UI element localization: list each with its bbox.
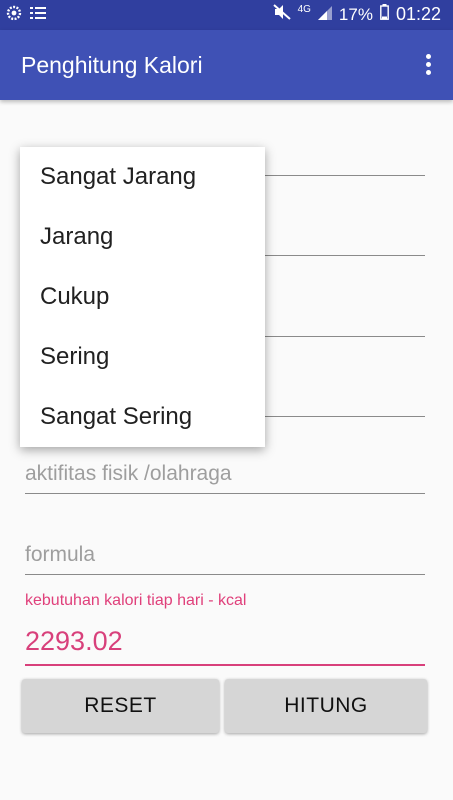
activity-level-dropdown: Sangat Jarang Jarang Cukup Sering Sangat… — [20, 147, 265, 447]
app-bar: Penghitung Kalori — [0, 30, 453, 100]
battery-icon — [380, 4, 389, 25]
result-value[interactable]: 2293.02 — [25, 626, 123, 657]
app-title: Penghitung Kalori — [21, 52, 203, 78]
dropdown-option-sering[interactable]: Sering — [20, 327, 265, 387]
dropdown-option-sangat-jarang[interactable]: Sangat Jarang — [20, 147, 265, 207]
dropdown-option-cukup[interactable]: Cukup — [20, 267, 265, 327]
mute-icon — [272, 4, 291, 25]
result-underline — [25, 664, 425, 666]
activity-underline — [25, 493, 425, 494]
reset-button[interactable]: RESET — [22, 679, 219, 733]
dropdown-option-jarang[interactable]: Jarang — [20, 207, 265, 267]
list-icon — [30, 6, 46, 25]
clock: 01:22 — [395, 4, 441, 24]
settings-gear-icon — [6, 5, 22, 26]
status-bar: 4G 17% 01:22 — [0, 0, 453, 30]
battery-text: 17% — [338, 4, 373, 24]
dropdown-option-sangat-sering[interactable]: Sangat Sering — [20, 387, 265, 447]
formula-underline — [25, 574, 425, 575]
formula-spinner[interactable]: formula — [25, 543, 95, 567]
signal-icon — [317, 5, 332, 25]
activity-spinner[interactable]: aktifitas fisik /olahraga — [25, 462, 232, 486]
calculate-button[interactable]: HITUNG — [225, 679, 427, 733]
more-vert-icon[interactable] — [419, 52, 439, 78]
result-label: kebutuhan kalori tiap hari - kcal — [25, 592, 247, 609]
4g-icon: 4G — [297, 4, 311, 15]
